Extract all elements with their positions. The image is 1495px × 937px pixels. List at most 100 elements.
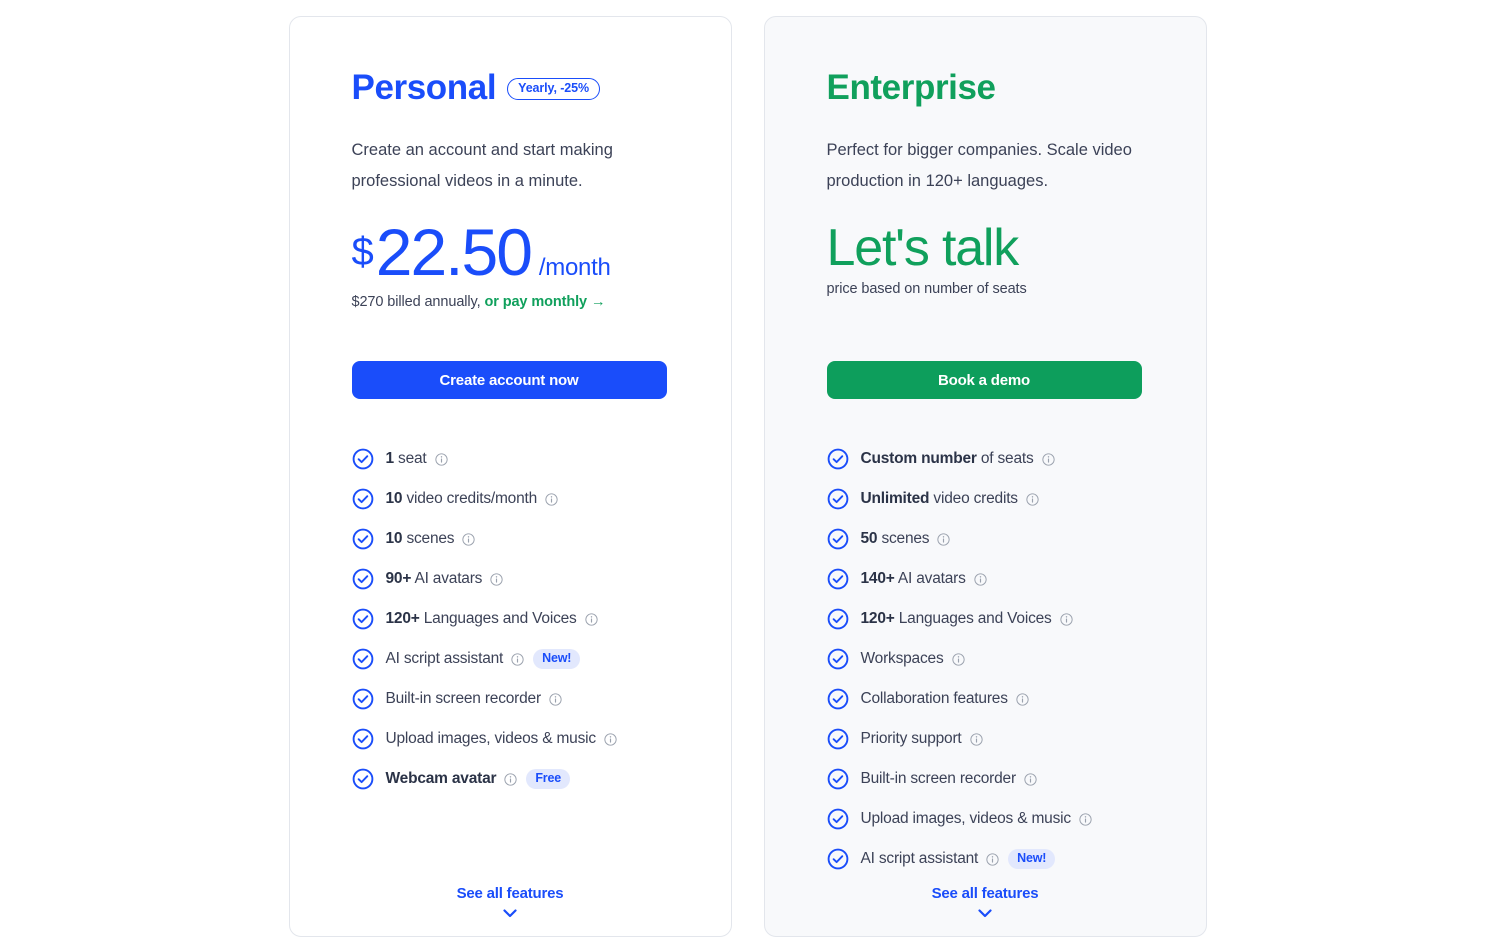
feature-label: AI script assistant bbox=[385, 650, 504, 667]
check-circle-icon bbox=[352, 528, 373, 550]
list-item: Collaboration features bbox=[827, 679, 1144, 719]
info-icon[interactable] bbox=[937, 532, 951, 546]
info-icon[interactable] bbox=[1059, 612, 1073, 626]
info-icon[interactable] bbox=[1024, 772, 1037, 786]
status-badge: New! bbox=[533, 649, 581, 669]
list-item: 120+ Languages and Voices bbox=[827, 599, 1144, 639]
check-circle-icon bbox=[352, 648, 373, 670]
list-item: Upload images, videos & music bbox=[827, 799, 1144, 839]
see-all-features-personal[interactable]: See all features bbox=[290, 885, 731, 918]
check-circle-icon bbox=[352, 568, 373, 590]
list-item: Upload images, videos & music bbox=[352, 719, 669, 759]
list-item: Workspaces bbox=[827, 639, 1144, 679]
check-circle-icon bbox=[352, 448, 373, 470]
info-icon[interactable] bbox=[1041, 452, 1055, 466]
check-circle-icon bbox=[827, 568, 848, 590]
list-item: AI script assistant New! bbox=[827, 839, 1144, 879]
feature-label: 140+ AI avatars bbox=[860, 570, 966, 587]
list-item: 10 video credits/month bbox=[352, 479, 669, 519]
check-circle-icon bbox=[827, 488, 848, 510]
list-item: Built-in screen recorder bbox=[827, 759, 1144, 799]
check-circle-icon bbox=[827, 848, 848, 870]
see-all-features-label[interactable]: See all features bbox=[457, 885, 564, 902]
pay-monthly-link[interactable]: or pay monthly → bbox=[484, 294, 605, 310]
check-circle-icon bbox=[352, 728, 373, 750]
list-item: 10 scenes bbox=[352, 519, 669, 559]
pricing-card-enterprise: Enterprise Perfect for bigger companies.… bbox=[763, 16, 1207, 937]
price-note: $270 billed annually, or pay monthly → bbox=[352, 294, 669, 310]
check-circle-icon bbox=[827, 648, 848, 670]
feature-label: 50 scenes bbox=[860, 530, 930, 547]
feature-label: Upload images, videos & music bbox=[860, 810, 1072, 827]
info-icon[interactable] bbox=[986, 852, 999, 866]
feature-label: 120+ Languages and Voices bbox=[860, 610, 1052, 627]
price-currency: $ bbox=[351, 230, 374, 274]
see-all-features-enterprise[interactable]: See all features bbox=[765, 885, 1206, 918]
price-block-personal: $ 22.50 /month $270 billed annually, or … bbox=[352, 219, 669, 315]
info-icon[interactable] bbox=[974, 572, 987, 586]
status-badge: Free bbox=[526, 769, 570, 789]
feature-label: Custom number of seats bbox=[860, 450, 1034, 467]
plan-header-personal: Personal Yearly, -25% bbox=[352, 65, 669, 109]
check-circle-icon bbox=[827, 528, 848, 550]
feature-label: Upload images, videos & music bbox=[385, 730, 597, 747]
info-icon[interactable] bbox=[969, 732, 983, 746]
price-headline-enterprise: Let's talk bbox=[826, 219, 1020, 277]
create-account-button[interactable]: Create account now bbox=[351, 361, 667, 399]
info-icon[interactable] bbox=[549, 692, 562, 706]
list-item: 50 scenes bbox=[827, 519, 1144, 559]
list-item: 90+ AI avatars bbox=[352, 559, 669, 599]
feature-label: AI script assistant bbox=[860, 850, 979, 867]
feature-label: 90+ AI avatars bbox=[385, 570, 483, 587]
list-item: Custom number of seats bbox=[827, 439, 1144, 479]
info-icon[interactable] bbox=[504, 772, 517, 786]
billed-annually-text: $270 billed annually, bbox=[351, 294, 481, 310]
list-item: Built-in screen recorder bbox=[352, 679, 669, 719]
info-icon[interactable] bbox=[462, 532, 476, 546]
page-title-enterprise: Enterprise bbox=[826, 67, 997, 107]
check-circle-icon bbox=[352, 488, 373, 510]
info-icon[interactable] bbox=[1016, 692, 1029, 706]
check-circle-icon bbox=[827, 768, 848, 790]
feature-list-personal: 1 seat 10 video credits/month 10 scenes 90+… bbox=[352, 439, 669, 799]
check-circle-icon bbox=[827, 688, 848, 710]
feature-label: 10 scenes bbox=[385, 530, 455, 547]
billing-period-badge[interactable]: Yearly, -25% bbox=[507, 78, 600, 100]
info-icon[interactable] bbox=[1026, 492, 1039, 506]
price-row: $ 22.50 /month bbox=[352, 219, 669, 285]
price-period: /month bbox=[538, 254, 611, 281]
list-item: AI script assistant New! bbox=[352, 639, 669, 679]
check-circle-icon bbox=[827, 448, 848, 470]
feature-label: Unlimited video credits bbox=[860, 490, 1019, 507]
info-icon[interactable] bbox=[434, 452, 448, 466]
feature-label: Collaboration features bbox=[860, 690, 1008, 707]
info-icon[interactable] bbox=[1079, 812, 1092, 826]
info-icon[interactable] bbox=[584, 612, 598, 626]
list-item: Priority support bbox=[827, 719, 1144, 759]
plan-description-enterprise: Perfect for bigger companies. Scale vide… bbox=[826, 141, 1132, 190]
pricing-cards-container: Personal Yearly, -25% Create an account … bbox=[0, 0, 1495, 937]
price-amount: 22.50 bbox=[375, 215, 533, 289]
info-icon[interactable] bbox=[545, 492, 558, 506]
feature-label: 1 seat bbox=[385, 450, 427, 467]
chevron-down-icon[interactable] bbox=[978, 909, 992, 918]
list-item: 120+ Languages and Voices bbox=[352, 599, 669, 639]
list-item: Unlimited video credits bbox=[827, 479, 1144, 519]
info-icon[interactable] bbox=[511, 652, 524, 666]
feature-label: Built-in screen recorder bbox=[860, 770, 1017, 787]
book-demo-button[interactable]: Book a demo bbox=[826, 361, 1142, 399]
page-title: Personal bbox=[351, 67, 497, 107]
check-circle-icon bbox=[352, 608, 373, 630]
chevron-down-icon[interactable] bbox=[503, 909, 517, 918]
info-icon[interactable] bbox=[490, 572, 503, 586]
list-item: 1 seat bbox=[352, 439, 669, 479]
feature-label: Priority support bbox=[860, 730, 962, 747]
list-item: Webcam avatar Free bbox=[352, 759, 669, 799]
info-icon[interactable] bbox=[604, 732, 617, 746]
feature-label: Built-in screen recorder bbox=[385, 690, 542, 707]
see-all-features-label[interactable]: See all features bbox=[932, 885, 1039, 902]
plan-header-enterprise: Enterprise bbox=[827, 65, 1144, 109]
info-icon[interactable] bbox=[951, 652, 965, 666]
list-item: 140+ AI avatars bbox=[827, 559, 1144, 599]
check-circle-icon bbox=[827, 608, 848, 630]
